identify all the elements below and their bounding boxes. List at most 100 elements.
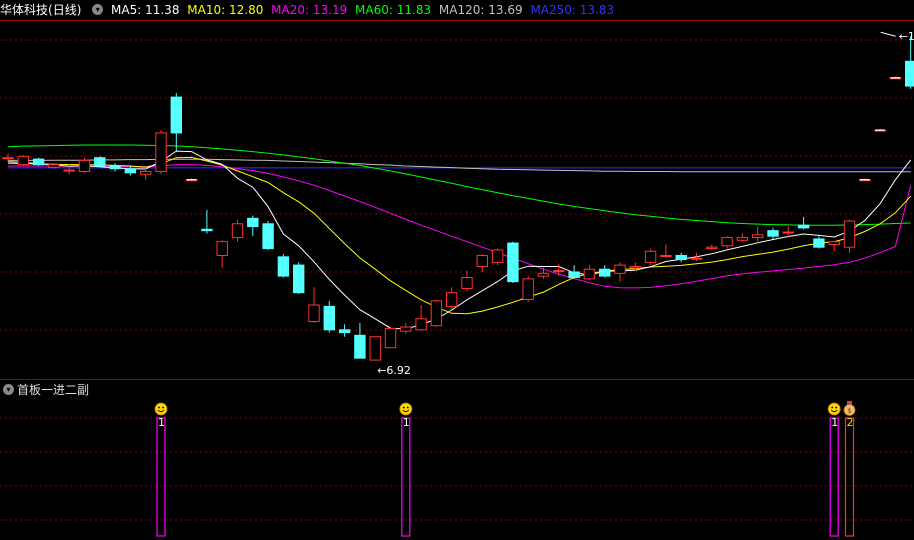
candle: [155, 130, 167, 175]
candle: [415, 305, 427, 332]
candle: [690, 252, 703, 261]
candle: [461, 270, 473, 292]
candle: [843, 219, 856, 253]
candle: [797, 216, 810, 230]
candle: [491, 248, 504, 266]
candle-body: [507, 242, 519, 283]
signal-bar: [156, 417, 166, 537]
candle-body: [247, 217, 259, 228]
kline-chart[interactable]: ←18.61 ←6.92 1 1 1 $2: [0, 0, 914, 540]
signal-marker: 1: [399, 402, 413, 537]
candle: [170, 92, 183, 153]
candle-body: [231, 223, 244, 239]
smiley-icon: [399, 402, 413, 416]
candle-body: [752, 234, 764, 239]
candle: [675, 252, 687, 263]
candle: [905, 36, 914, 89]
ma20-line: [8, 164, 912, 289]
signal-bar: [401, 417, 411, 537]
candle-body: [140, 170, 152, 175]
candle-body: [17, 155, 29, 166]
candle: [522, 276, 534, 303]
smiley-icon: [827, 402, 841, 416]
candle-body: [675, 254, 687, 261]
candle-body: [553, 270, 565, 273]
smiley-eye: [158, 406, 160, 409]
candle: [323, 300, 336, 333]
signal-label: 2: [847, 416, 854, 429]
candle-body: [476, 254, 489, 267]
candle: [78, 157, 91, 173]
candle: [124, 165, 137, 176]
ma120-line: [8, 158, 911, 173]
candle-body: [415, 318, 427, 331]
money-bag-tie: [847, 401, 852, 405]
candle-body: [690, 257, 703, 260]
candle: [400, 322, 412, 334]
candle-body: [201, 228, 213, 232]
candle: [354, 322, 366, 359]
ma60-line: [7, 144, 911, 226]
candle-body: [583, 268, 596, 280]
candle-body: [614, 264, 626, 274]
candle-body: [721, 237, 733, 247]
candle-body: [262, 223, 274, 250]
candle: [32, 157, 45, 166]
candle: [721, 236, 733, 249]
candle-body: [124, 168, 137, 174]
candle: [17, 154, 29, 166]
candle: [308, 287, 320, 323]
candle: [614, 262, 626, 282]
candle: [277, 254, 290, 278]
candle-body: [430, 300, 443, 327]
candle: [767, 227, 779, 239]
signal-label: 1: [403, 416, 410, 429]
candle-body: [216, 241, 228, 256]
candle-body: [828, 241, 840, 245]
candle-body: [491, 249, 504, 263]
candle-body: [323, 305, 336, 331]
candle-body: [706, 246, 718, 250]
candle-body: [32, 158, 45, 166]
high-annotation: ←18.61: [899, 30, 914, 43]
candle: [736, 233, 749, 242]
candle: [446, 287, 458, 310]
candle: [660, 244, 672, 259]
candle: [644, 248, 657, 266]
candle-body: [568, 271, 580, 278]
candle-body: [109, 165, 121, 170]
low-annotation: ←6.92: [377, 364, 411, 377]
signal-bar: [829, 417, 839, 537]
candle-body: [155, 132, 167, 172]
candle-body: [293, 264, 305, 294]
signal-label: 1: [158, 416, 165, 429]
candle: [599, 265, 611, 278]
candle-body: [446, 292, 458, 307]
smiley-eye: [835, 406, 838, 409]
candle: [293, 262, 305, 295]
candle-body: [537, 272, 550, 277]
candle-body: [522, 278, 534, 301]
candle: [338, 324, 351, 337]
candle-body: [2, 157, 14, 160]
candle-body: [170, 96, 183, 134]
candle: [752, 226, 764, 242]
candle-body: [78, 159, 91, 172]
high-pointer: [880, 31, 896, 37]
smiley-eye: [406, 406, 409, 409]
candle-body: [813, 238, 825, 248]
candle: [247, 215, 259, 237]
candle-body: [369, 336, 381, 361]
candle: [430, 299, 443, 328]
candle-body: [782, 231, 794, 234]
candle: [706, 244, 718, 250]
candle-body: [384, 327, 397, 349]
candle-body: [629, 265, 641, 269]
candle-body: [48, 164, 60, 168]
candle: [369, 336, 381, 361]
smiley-icon: [154, 402, 168, 416]
candle-body: [660, 254, 672, 257]
candle: [476, 254, 489, 272]
candle: [384, 327, 397, 349]
smiley-eye: [402, 406, 405, 409]
